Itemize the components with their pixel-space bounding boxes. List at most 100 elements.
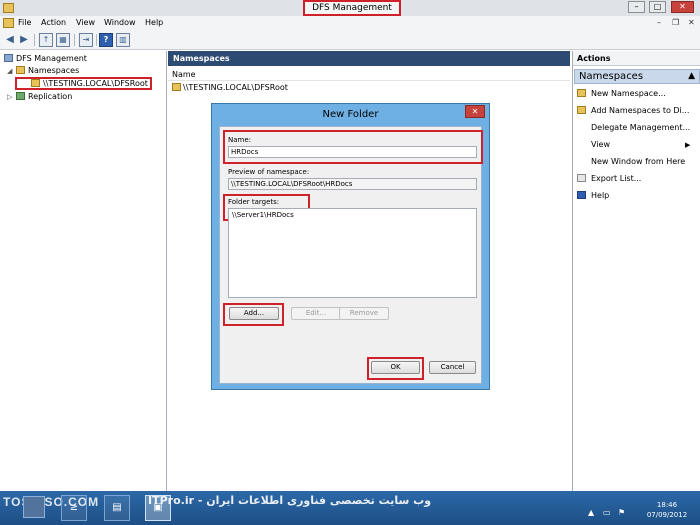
tree-namespace-root[interactable]: \\TESTING.LOCAL\DFSRoot (31, 79, 148, 89)
server-manager-icon[interactable] (23, 496, 45, 518)
close-button[interactable]: ✕ (671, 1, 694, 13)
child-minimize-button[interactable]: – (657, 17, 661, 29)
collapse-icon[interactable]: ◢ (7, 67, 12, 75)
export-list-icon[interactable]: ⇥ (79, 33, 93, 47)
add-button[interactable]: Add... (229, 307, 279, 320)
export-icon (577, 174, 586, 182)
preview-label: Preview of namespace: (228, 168, 310, 176)
menu-action[interactable]: Action (41, 17, 66, 29)
action-label: New Namespace... (591, 89, 666, 98)
menu-window[interactable]: Window (104, 17, 136, 29)
preview-field: \\TESTING.LOCAL\DFSRoot\HRDocs (228, 178, 477, 190)
folder-targets-list[interactable]: \\Server1\HRDocs (228, 208, 477, 298)
network-icon[interactable]: ▭ (603, 508, 613, 517)
tree-namespaces[interactable]: Namespaces (16, 66, 79, 76)
minimize-button[interactable]: – (628, 1, 645, 13)
ok-button[interactable]: OK (371, 361, 420, 374)
action-new-namespace[interactable]: New Namespace... (577, 89, 666, 99)
child-close-button[interactable]: ✕ (688, 17, 695, 29)
actions-pane: Actions Namespaces ▲ New Namespace... Ad… (572, 51, 700, 491)
dialog-body: Name: HRDocs Preview of namespace: \\TES… (219, 126, 483, 384)
folder-targets-label: Folder targets: (228, 198, 280, 206)
menu-help[interactable]: Help (145, 17, 163, 29)
blank-icon (577, 140, 586, 148)
edit-button[interactable]: Edit... (291, 307, 341, 320)
actions-title: Actions (573, 51, 700, 66)
tree-label: Namespaces (28, 66, 80, 75)
submenu-arrow-icon: ▶ (685, 141, 691, 149)
name-label: Name: (228, 136, 252, 144)
show-action-pane-icon[interactable]: ▥ (116, 33, 130, 47)
namespace-root-icon (31, 79, 40, 87)
list-item[interactable]: \\Server1\HRDocs (232, 211, 294, 219)
dfs-app-icon (3, 3, 14, 13)
blank-icon (577, 123, 586, 131)
action-label: Add Namespaces to Di... (591, 106, 690, 115)
name-field[interactable]: HRDocs (228, 146, 477, 158)
namespace-icon (577, 106, 586, 114)
action-add-namespaces[interactable]: Add Namespaces to Di... (577, 106, 689, 116)
help-icon[interactable]: ? (99, 33, 113, 47)
blank-icon (577, 157, 586, 165)
dialog-close-button[interactable]: ✕ (465, 105, 485, 118)
watermark-center: وب سایت تخصصی فناوری اطلاعات ایران - ITP… (148, 494, 432, 507)
action-center-icon[interactable]: ⚑ (618, 508, 628, 517)
tree-label: \\TESTING.LOCAL\DFSRoot (43, 79, 148, 88)
toolbar: ◀ ▶ ↑ ▦ ⇥ ? ▥ (0, 30, 700, 50)
dialog-title: New Folder (322, 109, 379, 120)
menu-bar: File Action View Window Help – ❐ ✕ (0, 16, 700, 30)
toolbar-separator (96, 34, 97, 46)
toolbar-separator (34, 34, 35, 46)
tree-label: DFS Management (16, 54, 87, 63)
new-folder-dialog: New Folder ✕ Name: HRDocs Preview of nam… (211, 103, 490, 390)
file-explorer-icon[interactable]: ▤ (104, 495, 130, 521)
console-icon[interactable] (3, 18, 14, 28)
action-new-window[interactable]: New Window from Here (577, 157, 685, 167)
action-label: Delegate Management... (591, 123, 691, 132)
collapse-up-icon[interactable]: ▲ (688, 70, 695, 83)
console-tree: DFS Management ◢ Namespaces \\TESTING.LO… (0, 51, 167, 491)
child-restore-button[interactable]: ❐ (672, 17, 679, 29)
list-item[interactable]: \\TESTING.LOCAL\DFSRoot (172, 83, 288, 92)
toolbar-separator (74, 34, 75, 46)
tray-arrow-icon[interactable]: ▲ (588, 508, 598, 517)
clock-date: 07/09/2012 (646, 511, 688, 519)
actions-section-label: Namespaces (579, 71, 644, 82)
list-item-label: \\TESTING.LOCAL\DFSRoot (183, 83, 288, 92)
help-icon (577, 191, 586, 199)
action-export-list[interactable]: Export List... (577, 174, 641, 184)
powershell-icon[interactable]: ≥ (61, 495, 87, 521)
namespace-icon (577, 89, 586, 97)
action-delegate-management[interactable]: Delegate Management... (577, 123, 690, 133)
tree-dfs-management[interactable]: DFS Management (4, 54, 87, 64)
actions-section-namespaces[interactable]: Namespaces ▲ (574, 69, 700, 84)
namespaces-icon (16, 66, 25, 74)
forward-arrow-icon[interactable]: ▶ (17, 33, 31, 47)
action-label: View (591, 140, 610, 149)
name-column-header[interactable]: Name (172, 70, 196, 79)
action-view[interactable]: View ▶ (577, 140, 697, 150)
replication-icon (16, 92, 25, 100)
dfs-management-icon (4, 54, 13, 62)
expand-icon[interactable]: ▷ (7, 93, 12, 101)
column-divider (168, 80, 570, 81)
remove-button[interactable]: Remove (339, 307, 389, 320)
up-folder-icon[interactable]: ↑ (39, 33, 53, 47)
tree-replication[interactable]: Replication (16, 92, 72, 102)
menu-file[interactable]: File (18, 17, 31, 29)
action-label: Help (591, 191, 610, 200)
clock-time: 18:46 (656, 501, 678, 509)
action-label: New Window from Here (591, 157, 686, 166)
cancel-button[interactable]: Cancel (429, 361, 476, 374)
title-bar: DFS Management – □ ✕ (0, 0, 700, 16)
maximize-button[interactable]: □ (649, 1, 666, 13)
action-help[interactable]: Help (577, 191, 609, 201)
menu-view[interactable]: View (76, 17, 95, 29)
taskbar: TOSINSO.COM ≥ ▤ ▣ وب سایت تخصصی فناوری ا… (0, 491, 700, 525)
results-header: Namespaces (168, 51, 570, 66)
show-hide-tree-icon[interactable]: ▦ (56, 33, 70, 47)
back-arrow-icon[interactable]: ◀ (3, 33, 17, 47)
namespace-root-icon (172, 83, 181, 91)
taskbar-clock[interactable]: 18:46 07/09/2012 (645, 500, 689, 520)
tree-label: Replication (28, 92, 73, 101)
